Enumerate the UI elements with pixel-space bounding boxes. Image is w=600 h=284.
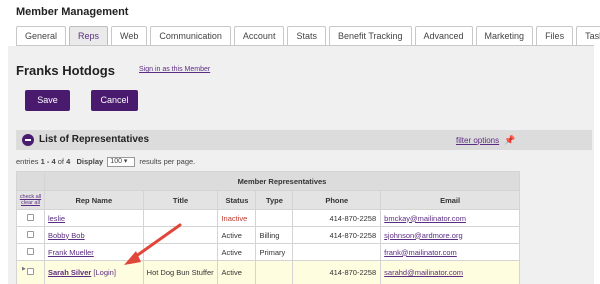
rep-title <box>142 209 219 227</box>
tab-reps[interactable]: Reps <box>69 26 109 45</box>
col-email[interactable]: Email <box>380 190 520 210</box>
display-suffix: results per page. <box>139 157 196 166</box>
rep-email-link[interactable]: frank@mailinator.com <box>384 248 457 257</box>
tab-files[interactable]: Files <box>536 26 574 45</box>
entries-summary: entries 1 - 4 of 4 Display 100 ▾ results… <box>16 157 196 168</box>
tab-advanced[interactable]: Advanced <box>414 26 473 45</box>
rep-phone: 414-870-2258 <box>292 260 382 284</box>
row-checkbox[interactable] <box>26 247 34 255</box>
tab-marketing[interactable]: Marketing <box>475 26 534 45</box>
rep-title <box>142 243 219 261</box>
rep-email-link[interactable]: sjohnson@ardmore.org <box>384 231 463 240</box>
tab-benefit-tracking[interactable]: Benefit Tracking <box>328 26 412 45</box>
tab-web[interactable]: Web <box>111 26 148 45</box>
rep-status: Active <box>217 243 257 261</box>
rep-type: Primary <box>255 243 294 261</box>
tab-account[interactable]: Account <box>233 26 285 45</box>
page-title: Member Management <box>16 6 129 18</box>
table-group-header: Member Representatives <box>16 171 521 191</box>
list-title: List of Representatives <box>39 134 150 145</box>
save-button[interactable]: Save <box>25 90 70 111</box>
member-representatives-header: Member Representatives <box>43 171 521 191</box>
entries-prefix: entries <box>16 157 39 166</box>
rep-type: Billing <box>255 226 294 244</box>
col-rep-name[interactable]: Rep Name <box>43 190 144 210</box>
entries-range: 1 - 4 <box>40 157 56 166</box>
rep-email-link[interactable]: sarahd@mailinator.com <box>384 268 463 277</box>
rep-email-link[interactable]: bmckay@mailinator.com <box>384 214 466 223</box>
row-checkbox[interactable] <box>26 268 34 275</box>
tab-communication[interactable]: Communication <box>150 26 231 45</box>
rep-name-link[interactable]: Frank Mueller <box>48 248 94 257</box>
tab-stats[interactable]: Stats <box>287 26 326 45</box>
clear-all-link[interactable]: clear all <box>17 200 44 206</box>
table-row: Frank Mueller Active Primary frank@maili… <box>16 243 520 261</box>
col-title[interactable]: Title <box>142 190 219 210</box>
table-column-header: check all clear all Rep Name Title Statu… <box>16 190 520 210</box>
tab-general[interactable]: General <box>16 26 67 45</box>
table-row: Bobby Bob Active Billing 414-870-2258 sj… <box>16 226 520 244</box>
rep-login-link[interactable]: [Login] <box>93 268 116 277</box>
tab-bar: General Reps Web Communication Account S… <box>16 26 600 45</box>
rep-status: Inactive <box>217 209 257 227</box>
rep-type <box>255 260 294 284</box>
rep-phone <box>292 243 382 261</box>
rep-name-link[interactable]: Bobby Bob <box>48 231 85 240</box>
col-status[interactable]: Status <box>217 190 257 210</box>
results-per-page-select[interactable]: 100 ▾ <box>107 157 136 168</box>
representatives-table: Member Representatives check all clear a… <box>16 171 521 284</box>
rep-phone: 414-870-2258 <box>292 226 382 244</box>
check-clear-all-cell: check all clear all <box>16 190 45 210</box>
table-row: leslie Inactive 414-870-2258 bmckay@mail… <box>16 209 520 227</box>
results-per-page-value: 100 <box>110 158 122 166</box>
row-checkbox[interactable] <box>26 230 34 238</box>
expand-row-icon[interactable]: ▶ <box>22 266 26 272</box>
pin-icon[interactable]: 📌 <box>504 135 515 146</box>
member-name: Franks Hotdogs <box>16 63 115 78</box>
rep-type <box>255 209 294 227</box>
col-type[interactable]: Type <box>255 190 294 210</box>
entries-of: of <box>57 157 64 166</box>
cancel-button[interactable]: Cancel <box>91 90 138 111</box>
filter-options-link[interactable]: filter options <box>456 136 499 145</box>
rep-status: Active <box>217 260 257 284</box>
entries-total: 4 <box>66 157 71 166</box>
display-label: Display <box>76 157 104 166</box>
rep-status: Active <box>217 226 257 244</box>
rep-title: Hot Dog Bun Stuffer <box>142 260 219 284</box>
collapse-minus-icon[interactable] <box>22 134 34 146</box>
tab-tasks[interactable]: Tasks <box>576 26 600 45</box>
rep-name-link[interactable]: Sarah Silver <box>48 268 91 277</box>
table-row-highlighted: Sarah Silver [Login] Hot Dog Bun Stuffer… <box>16 260 520 284</box>
member-management-window: Member Management General Reps Web Commu… <box>0 0 600 284</box>
sign-in-as-member-link[interactable]: Sign in as this Member <box>139 66 210 73</box>
rep-name-link[interactable]: leslie <box>48 214 65 223</box>
rep-title <box>142 226 219 244</box>
col-phone[interactable]: Phone <box>292 190 382 210</box>
rep-phone: 414-870-2258 <box>292 209 382 227</box>
row-checkbox[interactable] <box>26 213 34 221</box>
